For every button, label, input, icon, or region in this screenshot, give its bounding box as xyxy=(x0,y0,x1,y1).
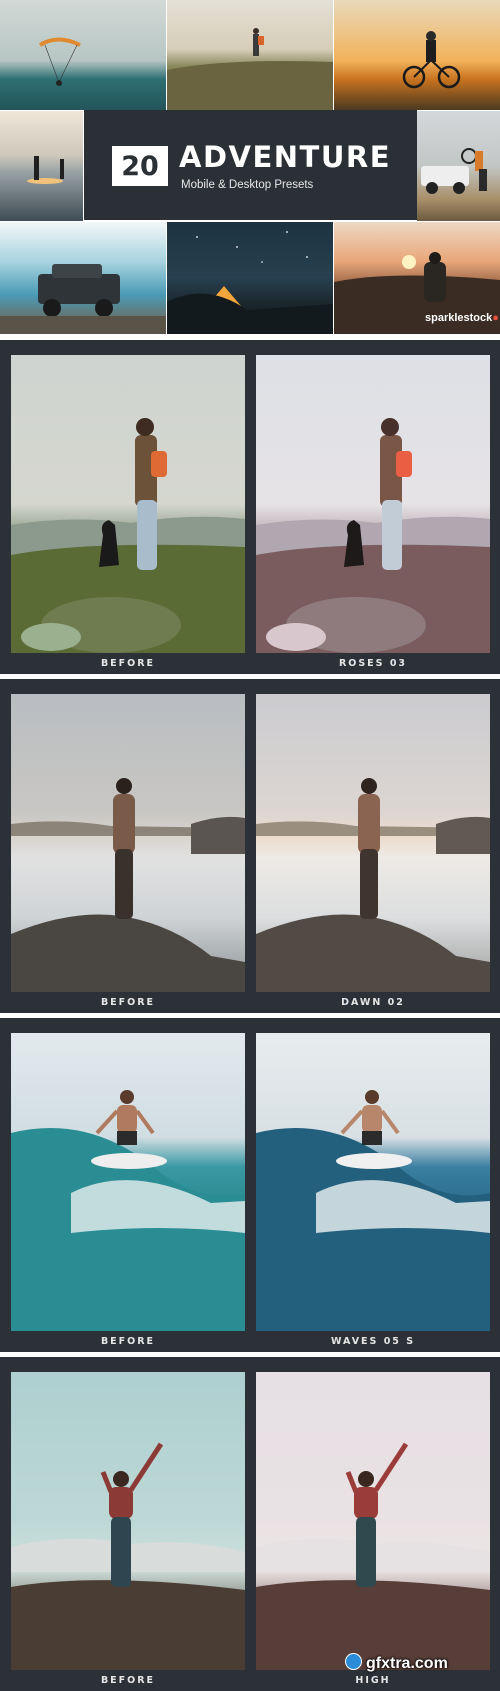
before-label: BEFORE xyxy=(100,1336,156,1347)
after-photo-arms-raised xyxy=(256,1372,490,1670)
title-panel: 20 ADVENTURE Mobile & Desktop Presets xyxy=(84,110,417,220)
after-label: DAWN 02 xyxy=(341,997,405,1008)
before-photo-hiker-dog xyxy=(11,355,245,653)
after-photo-woman-cliff xyxy=(256,694,490,992)
hiker-hill-photo xyxy=(167,0,333,110)
comparison-panel-roses: BEFORE ROSES 03 xyxy=(0,340,500,674)
offroad-truck-photo xyxy=(0,222,166,334)
after-label: WAVES 05 S xyxy=(330,1336,416,1347)
truck-bikes-photo xyxy=(417,111,500,221)
after-photo-hiker-dog xyxy=(256,355,490,653)
paddleboard-photo xyxy=(0,111,83,221)
paraglider-photo xyxy=(0,0,166,110)
before-label: BEFORE xyxy=(100,997,156,1008)
comparison-panel-waves: BEFORE WAVES 05 S xyxy=(0,1018,500,1352)
preset-count: 20 xyxy=(112,146,168,186)
before-label: BEFORE xyxy=(100,658,156,669)
tent-night-photo xyxy=(167,222,333,334)
sparklestock-logo: sparklestock● xyxy=(425,312,499,324)
after-photo-surfer xyxy=(256,1033,490,1331)
comparison-panel-dawn: BEFORE DAWN 02 xyxy=(0,679,500,1013)
before-label: BEFORE xyxy=(100,1675,156,1686)
cyclist-photo xyxy=(334,0,500,110)
before-photo-surfer xyxy=(11,1033,245,1331)
gfxtra-watermark: gfxtra.com xyxy=(345,1653,448,1673)
before-photo-woman-cliff xyxy=(11,694,245,992)
comparison-panel-high: BEFORE HIGH xyxy=(0,1357,500,1691)
globe-icon xyxy=(345,1653,362,1670)
after-label: HIGH xyxy=(355,1675,391,1686)
header-collage: 20 ADVENTURE Mobile & Desktop Presets sp… xyxy=(0,0,500,334)
before-photo-arms-raised xyxy=(11,1372,245,1670)
after-label: ROSES 03 xyxy=(338,658,408,669)
collection-subtitle: Mobile & Desktop Presets xyxy=(181,179,314,191)
collection-title: ADVENTURE xyxy=(179,140,392,174)
